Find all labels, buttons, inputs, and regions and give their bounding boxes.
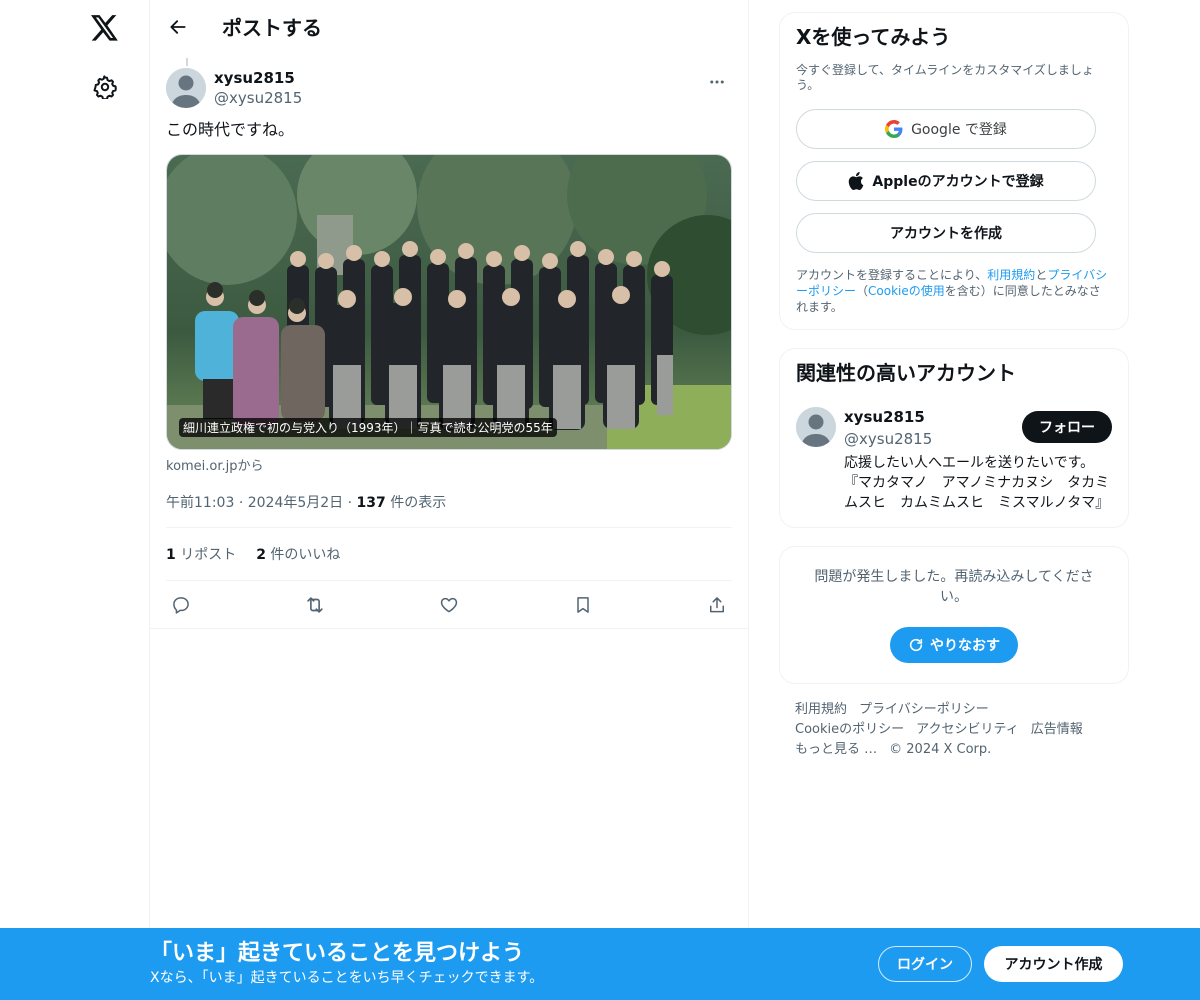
reposts-stat[interactable]: 1 リポスト (166, 544, 236, 564)
relevant-accounts-box: 関連性の高いアカウント xysu2815 @xysu2815 応援したい人へエー… (779, 348, 1129, 528)
footer-privacy-link[interactable]: プライバシーポリシー (859, 702, 989, 717)
account-item[interactable]: xysu2815 @xysu2815 応援したい人へエールを送りたいです。『マカ… (796, 407, 1112, 513)
signup-box: Xを使ってみよう 今すぐ登録して、タイムラインをカスタマイズしましょう。 Goo… (779, 12, 1129, 330)
share-icon[interactable] (706, 594, 728, 616)
post-detail: xysu2815 @xysu2815 この時代ですね。 細川連立政権で初の与党入… (150, 58, 748, 628)
group-photo-image (167, 155, 731, 449)
settings-gear-icon[interactable] (90, 72, 120, 102)
legal-text: と (1035, 268, 1048, 282)
banner-title: 「いま」起きていることを見つけよう (150, 941, 525, 966)
copyright: © 2024 X Corp. (889, 742, 992, 757)
post-text: この時代ですね。 (166, 120, 295, 139)
signup-title: Xを使ってみよう (796, 25, 951, 49)
page-header: ポストする (150, 0, 748, 53)
google-signup-label: Google で登録 (911, 122, 1007, 138)
link-card-image[interactable]: 細川連立政権で初の与党入り（1993年）｜写真で読む公明党の55年 (166, 154, 732, 450)
likes-stat[interactable]: 2 件のいいね (256, 544, 340, 564)
footer-more-link[interactable]: もっと見る … (795, 742, 877, 757)
bookmark-icon[interactable] (572, 594, 594, 616)
post-stats: 1 リポスト 2 件のいいね (166, 527, 732, 580)
google-icon (885, 120, 903, 138)
divider (150, 628, 748, 629)
terms-link[interactable]: 利用規約 (987, 268, 1035, 282)
cookie-link[interactable]: Cookieの使用 (868, 284, 945, 298)
retry-label: やりなおす (930, 638, 1000, 654)
apple-icon (848, 172, 864, 190)
banner-create-account-button[interactable]: アカウント作成 (984, 946, 1123, 982)
apple-signup-label: Appleのアカウントで登録 (872, 174, 1044, 190)
main-column: ポストする xysu2815 @xysu2815 この時代ですね。 細川連立政権… (149, 0, 749, 1000)
post-date[interactable]: 2024年5月2日 (248, 495, 343, 511)
reposts-label: リポスト (180, 547, 237, 563)
x-logo-icon[interactable] (87, 10, 123, 46)
more-options-icon[interactable] (702, 67, 732, 97)
left-nav (0, 0, 150, 1000)
footer-ads-link[interactable]: 広告情報 (1031, 722, 1083, 737)
back-arrow-icon[interactable] (160, 9, 196, 45)
post-actions (166, 580, 732, 628)
footer-links: 利用規約 プライバシーポリシー Cookieのポリシー アクセシビリティ 広告情報 も… (779, 700, 1129, 760)
avatar[interactable] (166, 68, 206, 108)
author-name[interactable]: xysu2815 (214, 68, 302, 88)
right-sidebar: Xを使ってみよう 今すぐ登録して、タイムラインをカスタマイズしましょう。 Goo… (779, 12, 1129, 760)
footer-accessibility-link[interactable]: アクセシビリティ (916, 722, 1019, 737)
author-handle[interactable]: @xysu2815 (214, 88, 302, 108)
likes-count: 2 (256, 547, 266, 563)
retry-button[interactable]: やりなおす (890, 627, 1018, 663)
login-button[interactable]: ログイン (878, 946, 972, 982)
footer-cookie-link[interactable]: Cookieのポリシー (795, 722, 904, 737)
card-source-link[interactable]: komei.or.jpから (166, 455, 732, 474)
likes-label: 件のいいね (270, 547, 341, 563)
error-message: 問題が発生しました。再読み込みしてください。 (814, 569, 1094, 605)
legal-text: （ (856, 284, 869, 298)
follow-button[interactable]: フォロー (1022, 411, 1112, 443)
legal-text: アカウントを登録することにより、 (796, 268, 988, 282)
refresh-icon (908, 637, 924, 653)
relevant-title: 関連性の高いアカウント (796, 361, 1016, 385)
avatar[interactable] (796, 407, 836, 447)
repost-icon[interactable] (304, 594, 326, 616)
post-meta: 午前11:03 · 2024年5月2日 · 137 件の表示 (166, 492, 732, 512)
apple-signup-button[interactable]: Appleのアカウントで登録 (796, 161, 1096, 201)
page-title: ポストする (222, 16, 322, 40)
meta-separator: · (238, 495, 248, 511)
post-time[interactable]: 午前11:03 (166, 495, 234, 511)
signup-banner: 「いま」起きていることを見つけよう Xなら、「いま」起きていることをいち早くチェ… (0, 928, 1200, 1000)
post-author: xysu2815 @xysu2815 (166, 59, 732, 117)
meta-separator: · (347, 495, 357, 511)
reply-icon[interactable] (170, 594, 192, 616)
footer-terms-link[interactable]: 利用規約 (795, 702, 847, 717)
banner-subtitle: Xなら、「いま」起きていることをいち早くチェックできます。 (150, 970, 544, 986)
google-signup-button[interactable]: Google で登録 (796, 109, 1096, 149)
signup-legal: アカウントを登録することにより、利用規約とプライバシーポリシー（Cookieの使… (796, 267, 1112, 315)
card-caption: 細川連立政権で初の与党入り（1993年）｜写真で読む公明党の55年 (179, 418, 557, 437)
views-count: 137 (356, 495, 386, 511)
signup-subtitle: 今すぐ登録して、タイムラインをカスタマイズしましょう。 (796, 63, 1094, 92)
like-heart-icon[interactable] (438, 594, 460, 616)
create-account-button[interactable]: アカウントを作成 (796, 213, 1096, 253)
views-label: 件の表示 (390, 495, 447, 511)
account-bio: 応援したい人へエールを送りたいです。『マカタマノ アマノミナカヌシ タカミムスヒ… (844, 455, 1110, 511)
error-box: 問題が発生しました。再読み込みしてください。 やりなおす (779, 546, 1129, 684)
reposts-count: 1 (166, 547, 176, 563)
